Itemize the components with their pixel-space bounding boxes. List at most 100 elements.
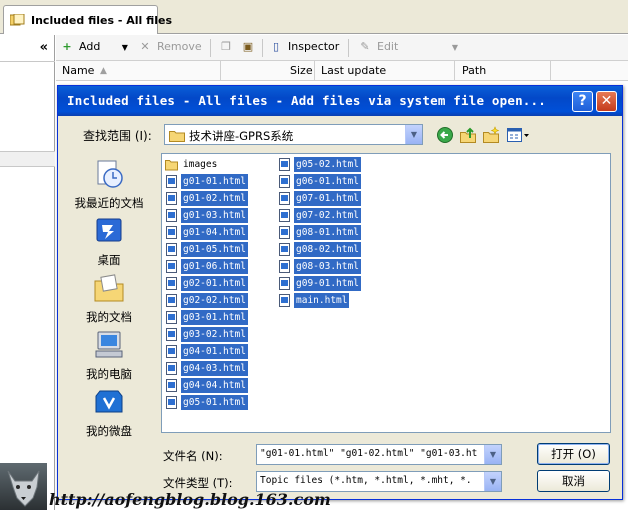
html-file-icon (166, 328, 177, 341)
place-label: 我的电脑 (86, 367, 132, 381)
add-label: Add (79, 40, 101, 53)
collapse-pane-icon[interactable]: « (40, 40, 48, 55)
look-in-label: 查找范围 (I): (83, 129, 152, 143)
document-tab-bar: Included files - All files (0, 0, 628, 34)
paste-icon: ▣ (242, 40, 254, 53)
view-menu-icon[interactable] (506, 126, 530, 144)
column-divider[interactable] (454, 61, 455, 81)
file-name: g04-04.html (181, 378, 248, 393)
edit-dropdown-icon[interactable]: ▼ (452, 43, 458, 52)
my-netdisk-icon (95, 390, 123, 413)
file-name: g02-01.html (181, 276, 248, 291)
look-in-dropdown[interactable]: 技术讲座-GPRS系统 ▼ (164, 124, 423, 145)
my-documents-icon (94, 274, 124, 302)
html-file-icon (279, 294, 290, 307)
file-name: g08-01.html (294, 225, 361, 240)
html-file-icon (166, 294, 177, 307)
column-divider[interactable] (314, 61, 315, 81)
file-name: images (183, 159, 218, 170)
remove-button[interactable]: ✕ Remove (138, 40, 202, 56)
html-file-icon (279, 226, 290, 239)
avatar (0, 463, 47, 510)
folder-icon (169, 131, 185, 142)
divider (0, 61, 55, 62)
file-open-dialog: Included files - All files - Add files v… (57, 85, 623, 500)
column-last-update[interactable]: Last update (321, 64, 386, 77)
new-folder-icon[interactable] (482, 126, 500, 144)
file-name: g08-03.html (294, 259, 361, 274)
file-list[interactable]: images g01-01.html g01-02.html g01-03.html g… (161, 153, 611, 433)
chevron-down-icon[interactable]: ▼ (405, 125, 422, 144)
column-divider[interactable] (220, 61, 221, 81)
files-icon (10, 14, 25, 26)
tab-label: Included files - All files (31, 14, 173, 27)
file-name-input[interactable]: "g01-01.html" "g01-02.html" "g01-03.ht ▼ (256, 444, 502, 465)
place-my-netdisk[interactable]: 我的微盘 (64, 387, 154, 439)
column-divider[interactable] (550, 61, 551, 81)
file-table-header: Name ▲ Size Last update Path (56, 61, 628, 81)
file-name: g07-02.html (294, 208, 361, 223)
remove-icon: ✕ (140, 40, 150, 53)
toolbar: + Add ▼ ✕ Remove ❐ ▣ ▯ Inspector ✎ Edit ▼ (56, 35, 628, 61)
file-name: g04-01.html (181, 344, 248, 359)
place-recent-documents[interactable]: 我最近的文档 (64, 159, 154, 211)
place-label: 我的文档 (86, 310, 132, 324)
file-name: g05-01.html (181, 395, 248, 410)
remove-label: Remove (157, 40, 202, 53)
place-label: 我最近的文档 (74, 196, 144, 210)
file-name: g01-04.html (181, 225, 248, 240)
sort-ascending-icon: ▲ (100, 66, 107, 76)
cancel-button[interactable]: 取消 (537, 470, 610, 492)
chevron-down-icon[interactable]: ▼ (484, 445, 501, 464)
copy-icon: ❐ (221, 40, 231, 53)
edit-label: Edit (377, 40, 399, 53)
chevron-down-icon[interactable]: ▼ (484, 472, 501, 491)
html-file-icon (166, 277, 177, 290)
open-button[interactable]: 打开 (O) (537, 443, 610, 465)
add-button[interactable]: + Add ▼ (60, 40, 128, 56)
edit-button[interactable]: ✎ Edit ▼ (358, 40, 458, 56)
watermark-url: http://aofengblog.blog.163.com (49, 490, 331, 509)
file-name: g01-02.html (181, 191, 248, 206)
html-file-icon (166, 396, 177, 409)
up-folder-icon[interactable] (459, 126, 477, 144)
paste-button[interactable]: ▣ (241, 40, 260, 56)
html-file-icon (166, 226, 177, 239)
file-type-value: Topic files (*.htm, *.html, *.mht, *. (260, 475, 472, 486)
left-pane: « (0, 35, 55, 510)
file-name: g05-02.html (294, 157, 361, 172)
html-file-icon (279, 192, 290, 205)
dialog-title-bar[interactable]: Included files - All files - Add files v… (58, 86, 622, 116)
column-name[interactable]: Name (62, 64, 94, 77)
tab-included-files[interactable]: Included files - All files (3, 5, 172, 34)
file-type-dropdown[interactable]: Topic files (*.htm, *.html, *.mht, *. ▼ (256, 471, 502, 492)
column-size[interactable]: Size (290, 64, 313, 77)
file-type-label: 文件类型 (T): (163, 476, 233, 490)
inspector-button[interactable]: ▯ Inspector (269, 40, 339, 56)
inspector-label: Inspector (288, 40, 340, 53)
html-file-icon (279, 209, 290, 222)
place-my-documents[interactable]: 我的文档 (64, 273, 154, 325)
recent-documents-icon (97, 160, 123, 188)
divider (0, 151, 55, 167)
file-name: g07-01.html (294, 191, 361, 206)
folder-icon (165, 160, 178, 171)
place-my-computer[interactable]: 我的电脑 (64, 330, 154, 382)
html-file-icon (166, 243, 177, 256)
add-dropdown-icon[interactable]: ▼ (122, 43, 128, 52)
my-computer-icon (95, 331, 123, 358)
html-file-icon (166, 311, 177, 324)
help-button[interactable]: ? (572, 91, 593, 112)
html-file-icon (279, 158, 290, 171)
copy-button[interactable]: ❐ (219, 40, 238, 56)
back-icon[interactable] (436, 126, 454, 144)
html-file-icon (166, 345, 177, 358)
toolbar-separator (210, 39, 211, 57)
place-label: 我的微盘 (86, 424, 132, 438)
look-in-value: 技术讲座-GPRS系统 (189, 129, 294, 143)
html-file-icon (279, 175, 290, 188)
place-desktop[interactable]: 桌面 (64, 216, 154, 268)
close-button[interactable]: ✕ (596, 91, 617, 112)
column-path[interactable]: Path (462, 64, 486, 77)
file-name: g01-06.html (181, 259, 248, 274)
